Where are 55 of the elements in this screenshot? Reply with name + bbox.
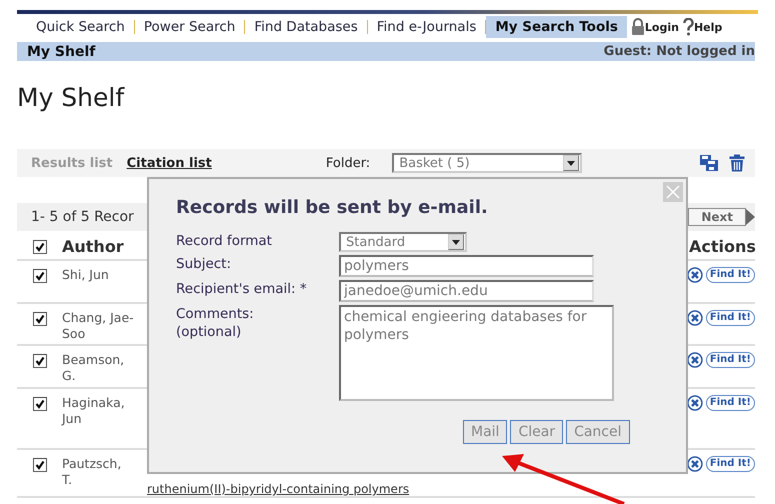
subject-field[interactable]: polymers [339, 255, 594, 277]
checkbox[interactable] [32, 240, 46, 254]
folder-select[interactable]: Basket ( 5) [392, 153, 582, 173]
author-cell-text: Haginaka, Jun [62, 395, 126, 428]
checkbox[interactable] [32, 397, 46, 411]
caret-icon[interactable] [448, 234, 464, 250]
nav-tab[interactable]: Find Databases [245, 16, 367, 38]
caret-icon[interactable] [563, 155, 580, 171]
login-status: Guest: Not logged in [604, 44, 755, 59]
column-heading: Actions [689, 236, 755, 256]
result-count: 1- 5 of 5 Recor [31, 209, 134, 225]
field-label: Recipient's email: * [176, 280, 308, 299]
lock-icon [630, 18, 645, 36]
nav-tab[interactable]: Quick Search [27, 16, 134, 38]
checkbox[interactable] [32, 458, 46, 472]
record-title-link[interactable]: ruthenium(II)-bipyridyl-containing polymers [147, 482, 410, 496]
email-field[interactable]: janedoe@umich.edu [339, 280, 594, 302]
section-title: My Shelf [27, 44, 96, 60]
login-link[interactable]: Login [630, 18, 679, 36]
author-cell-text: Chang, Jae-Soo [62, 310, 134, 343]
remove-icon[interactable] [687, 310, 703, 326]
find-it-button[interactable]: Find It! [706, 310, 755, 326]
comments-field[interactable]: chemical engieering databases for polymers [339, 305, 614, 401]
remove-icon[interactable] [687, 395, 703, 411]
find-it-button[interactable]: Find It! [706, 456, 755, 472]
arrow-icon [746, 209, 755, 225]
checkbox[interactable] [32, 269, 46, 283]
find-it-button[interactable]: Find It! [706, 352, 755, 368]
folder-label: Folder: [326, 156, 370, 170]
remove-icon[interactable] [687, 267, 703, 283]
field-label: Record format [176, 232, 273, 251]
column-heading: Author [62, 236, 125, 256]
nav-tab[interactable]: My Search Tools [486, 16, 627, 38]
format-select[interactable]: Standard [339, 232, 467, 252]
field-label: Subject: [176, 255, 232, 274]
help-link[interactable]: Help [682, 18, 722, 36]
author-cell-text: Shi, Jun [62, 267, 110, 284]
checkbox[interactable] [32, 312, 46, 326]
field-label: Comments: [176, 305, 255, 323]
save-icon[interactable] [699, 154, 719, 172]
remove-icon[interactable] [687, 352, 703, 368]
author-cell-text: Pautzsch, T. [62, 456, 122, 489]
checkbox[interactable] [32, 354, 46, 368]
page-heading: My Shelf [17, 83, 126, 114]
view-tab[interactable]: Citation list [126, 156, 212, 170]
remove-icon[interactable] [687, 456, 703, 472]
find-it-button[interactable]: Find It! [706, 395, 755, 411]
author-cell-text: Beamson, G. [62, 352, 126, 385]
field-hint: (optional) [176, 323, 242, 341]
dialog-title: Records will be sent by e-mail. [176, 197, 489, 218]
nav-tab[interactable]: Power Search [134, 16, 244, 38]
find-it-button[interactable]: Find It! [706, 267, 755, 283]
trash-icon[interactable] [729, 154, 745, 172]
question-icon [682, 18, 694, 36]
nav-tab[interactable]: Find e-Journals [368, 16, 486, 38]
